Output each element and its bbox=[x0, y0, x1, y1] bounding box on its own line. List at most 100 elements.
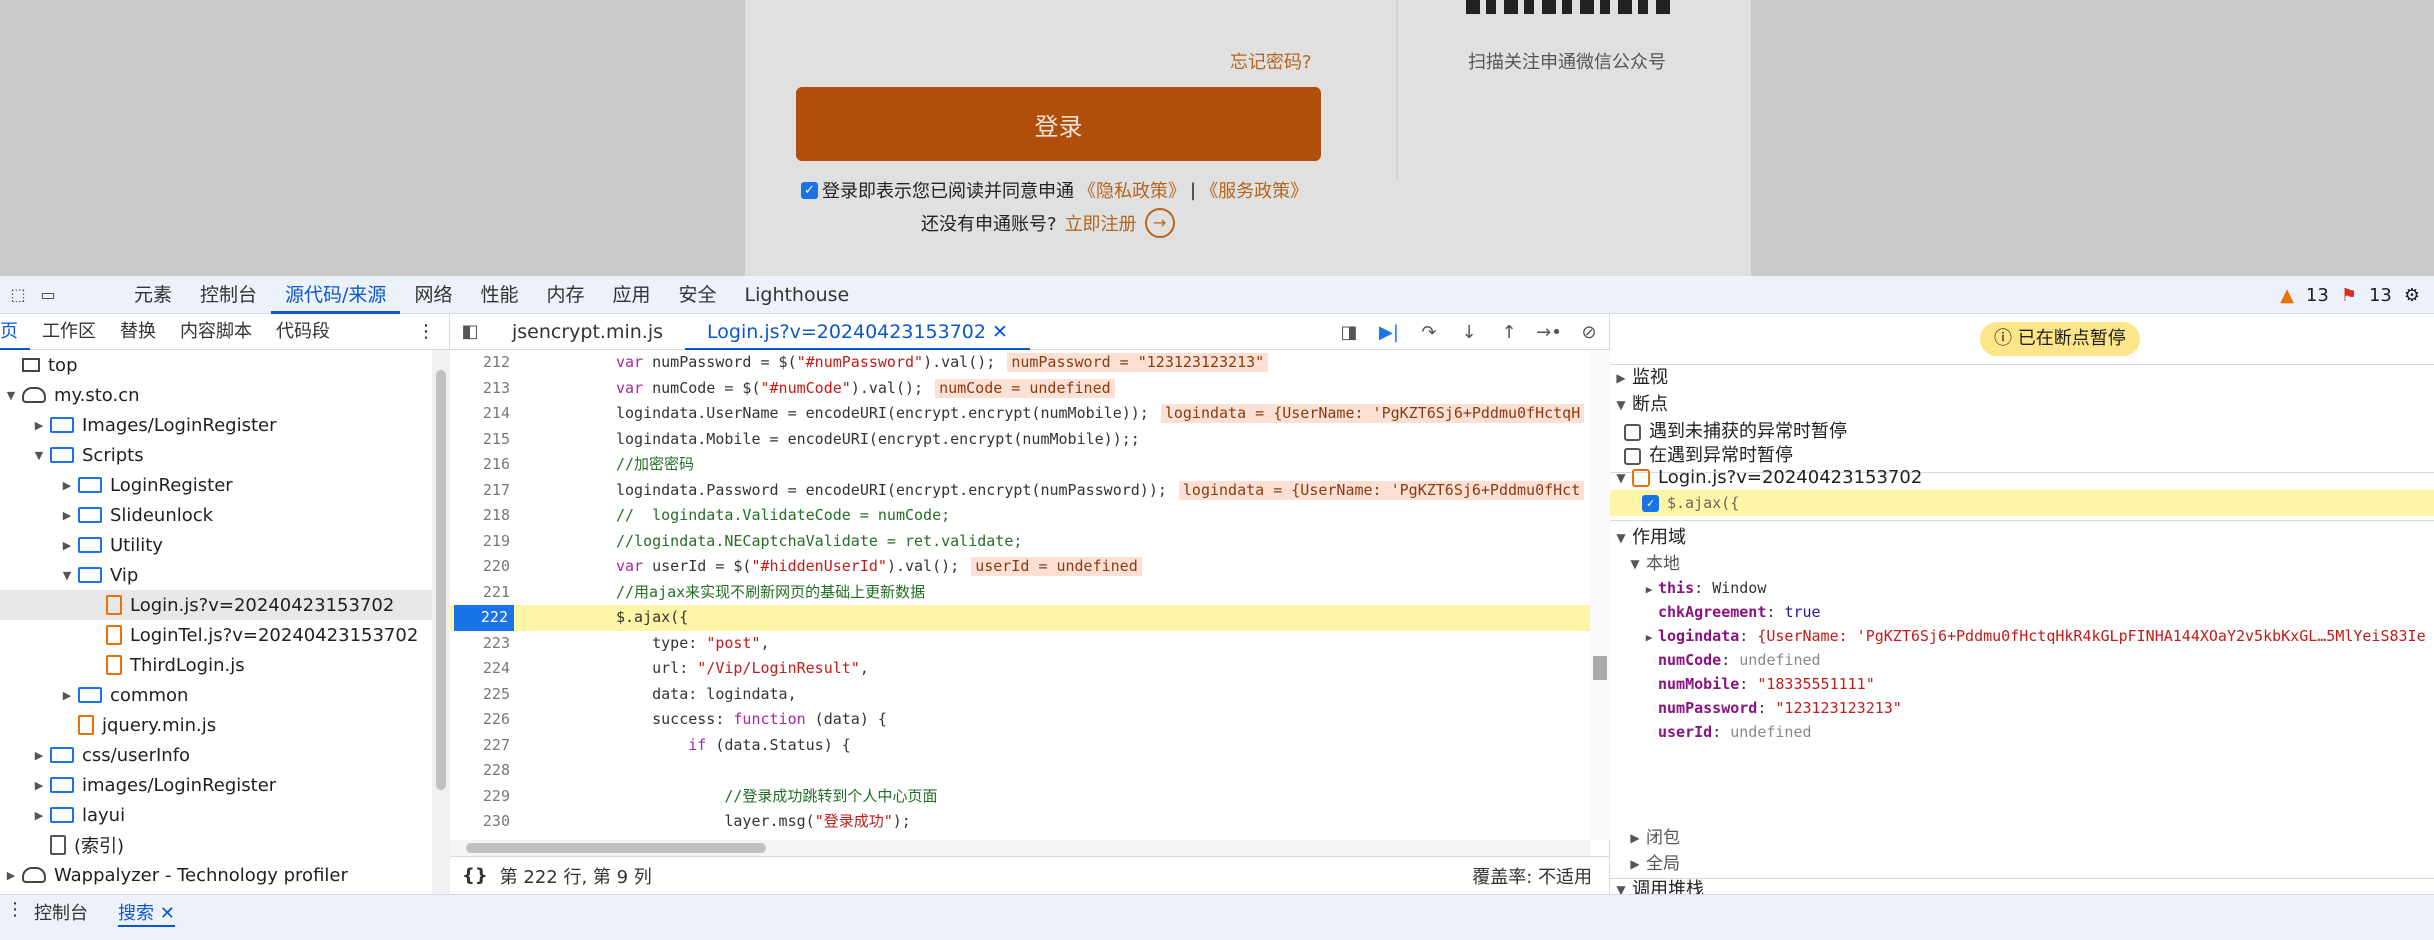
line-number[interactable]: 227 bbox=[450, 733, 510, 759]
devtools-tab[interactable]: 源代码/来源 bbox=[271, 276, 401, 314]
scope-variable[interactable]: ▶ this: Window bbox=[1640, 576, 1767, 602]
code-line[interactable]: 217 logindata.Password = encodeURI(encryp… bbox=[450, 478, 1590, 504]
line-number[interactable]: 217 bbox=[450, 478, 510, 504]
scope-variable[interactable]: numCode: undefined bbox=[1640, 648, 1821, 672]
login-button[interactable]: 登录 bbox=[796, 87, 1321, 161]
tree-node[interactable]: ▶ layui bbox=[0, 800, 432, 830]
drawer-tab-search[interactable]: 搜索 ✕ bbox=[118, 899, 175, 927]
line-number[interactable]: 229 bbox=[450, 784, 510, 810]
editor-vscrollbar[interactable] bbox=[1590, 350, 1610, 840]
navigator-tab[interactable]: 替换 bbox=[108, 314, 168, 350]
step-icon[interactable]: →• bbox=[1529, 322, 1569, 343]
pretty-print-icon[interactable]: {} bbox=[462, 865, 488, 886]
code-line[interactable]: 229 //登录成功跳转到个人中心页面 bbox=[450, 784, 1590, 810]
tree-node[interactable]: ▶ Utility bbox=[0, 530, 432, 560]
code-line[interactable]: 212 var numPassword = $("#numPassword").v… bbox=[450, 350, 1590, 376]
code-line[interactable]: 216 //加密密码 bbox=[450, 452, 1590, 478]
close-icon[interactable]: ✕ bbox=[992, 321, 1008, 343]
chevron-right-icon[interactable]: ▶ bbox=[60, 689, 74, 702]
navigator-tab[interactable]: 代码段 bbox=[264, 314, 342, 350]
tree-node[interactable]: ThirdLogin.js bbox=[0, 650, 432, 680]
code-line[interactable]: 214 logindata.UserName = encodeURI(encryp… bbox=[450, 401, 1590, 427]
line-number[interactable]: 220 bbox=[450, 554, 510, 580]
tree-node[interactable]: ▼ my.sto.cn bbox=[0, 380, 432, 410]
step-out-icon[interactable]: ↑ bbox=[1489, 322, 1529, 343]
global-scope-header[interactable]: ▶ 全局 bbox=[1624, 850, 1680, 878]
chevron-right-icon[interactable]: ▶ bbox=[60, 509, 74, 522]
line-number[interactable]: 228 bbox=[450, 758, 510, 784]
line-number[interactable]: 215 bbox=[450, 427, 510, 453]
tree-node[interactable]: ▼ Vip bbox=[0, 560, 432, 590]
breakpoint-marker[interactable]: 222 bbox=[454, 605, 514, 631]
breakpoint-file-row[interactable]: ▼ Login.js?v=20240423153702 bbox=[1610, 464, 1922, 492]
code-line[interactable]: 219 //logindata.NECaptchaValidate = ret.v… bbox=[450, 529, 1590, 555]
line-number[interactable]: 212 bbox=[450, 350, 510, 376]
code-line[interactable]: 230 layer.msg("登录成功"); bbox=[450, 809, 1590, 835]
navigator-tab[interactable]: 工作区 bbox=[30, 314, 108, 350]
local-scope-header[interactable]: ▼ 本地 bbox=[1624, 550, 1680, 578]
service-policy-link[interactable]: 《服务政策》 bbox=[1200, 177, 1308, 203]
tree-node[interactable]: ▶ css/userInfo bbox=[0, 740, 432, 770]
code-line[interactable]: 220 var userId = $("#hiddenUserId").val()… bbox=[450, 554, 1590, 580]
devtools-tab[interactable]: 内存 bbox=[532, 276, 598, 314]
code-line[interactable]: 225 data: logindata, bbox=[450, 682, 1590, 708]
drawer-menu-icon[interactable]: ⋮ bbox=[6, 899, 24, 920]
code-line[interactable]: 227 if (data.Status) { bbox=[450, 733, 1590, 759]
devtools-tab[interactable]: 安全 bbox=[665, 276, 731, 314]
chevron-right-icon[interactable]: ▶ bbox=[32, 419, 46, 432]
scope-variable[interactable]: chkAgreement: true bbox=[1640, 600, 1821, 624]
code-line[interactable]: 221 //用ajax来实现不刷新网页的基础上更新数据 bbox=[450, 580, 1590, 606]
devtools-tab[interactable]: 网络 bbox=[400, 276, 466, 314]
forgot-password-link[interactable]: 忘记密码? bbox=[1230, 48, 1312, 74]
tree-node[interactable]: (索引) bbox=[0, 830, 432, 860]
breakpoints-section-header[interactable]: ▼ 断点 bbox=[1610, 391, 1668, 419]
tree-node[interactable]: Login.js?v=20240423153702 bbox=[0, 590, 432, 620]
scope-variable[interactable]: numPassword: "123123123213" bbox=[1640, 696, 1902, 720]
agreement-checkbox[interactable]: ✓ bbox=[801, 181, 818, 199]
chevron-down-icon[interactable]: ▼ bbox=[4, 389, 18, 402]
tree-node[interactable]: ▼ Scripts bbox=[0, 440, 432, 470]
tree-scroll-thumb[interactable] bbox=[436, 370, 446, 790]
line-number[interactable]: 216 bbox=[450, 452, 510, 478]
code-view[interactable]: 212 var numPassword = $("#numPassword").v… bbox=[450, 350, 1590, 840]
navigator-tab[interactable]: 内容脚本 bbox=[168, 314, 264, 350]
chevron-right-icon[interactable]: ▶ bbox=[32, 749, 46, 762]
inspect-element-icon[interactable]: ⬚ bbox=[6, 285, 30, 305]
line-number[interactable]: 221 bbox=[450, 580, 510, 606]
breakpoint-checkbox[interactable]: ✓ bbox=[1642, 494, 1659, 512]
chevron-right-icon[interactable]: ▶ bbox=[32, 809, 46, 822]
line-number[interactable]: 218 bbox=[450, 503, 510, 529]
issue-counters[interactable]: ▲ 13 ⚑ 13 ⚙ bbox=[2280, 276, 2420, 314]
navigator-tab[interactable]: 页 bbox=[0, 314, 30, 350]
arrow-right-icon[interactable]: → bbox=[1144, 208, 1175, 238]
code-line[interactable]: 215 logindata.Mobile = encodeURI(encrypt.… bbox=[450, 427, 1590, 453]
chevron-right-icon[interactable]: ▶ bbox=[60, 539, 74, 552]
line-number[interactable]: 225 bbox=[450, 682, 510, 708]
step-over-icon[interactable]: ↷ bbox=[1409, 322, 1449, 343]
settings-gear-icon[interactable]: ⚙ bbox=[2404, 285, 2420, 306]
line-number[interactable]: 223 bbox=[450, 631, 510, 657]
scope-section-header[interactable]: ▼ 作用域 bbox=[1610, 524, 1686, 552]
chevron-right-icon[interactable]: ▶ bbox=[1640, 578, 1658, 602]
pause-uncaught-checkbox[interactable] bbox=[1624, 423, 1641, 441]
devtools-tab[interactable]: 应用 bbox=[598, 276, 664, 314]
register-link[interactable]: 立即注册 bbox=[1065, 210, 1137, 236]
tree-node[interactable]: ▶ Wappalyzer - Technology profiler bbox=[0, 860, 432, 890]
chevron-down-icon[interactable]: ▼ bbox=[60, 569, 74, 582]
tree-node[interactable]: ▶ Images/LoginRegister bbox=[0, 410, 432, 440]
editor-vscroll-thumb[interactable] bbox=[1593, 656, 1607, 680]
scope-variable[interactable]: numMobile: "18335551111" bbox=[1640, 672, 1875, 696]
tree-node[interactable]: ▶ Slideunlock bbox=[0, 500, 432, 530]
close-icon[interactable]: ✕ bbox=[160, 903, 175, 924]
device-toolbar-icon[interactable]: ▭ bbox=[36, 285, 60, 305]
chevron-right-icon[interactable]: ▶ bbox=[4, 869, 18, 882]
toggle-navigator-icon[interactable]: ◧ bbox=[450, 321, 490, 342]
privacy-policy-link[interactable]: 《隐私政策》 bbox=[1078, 177, 1186, 203]
chevron-down-icon[interactable]: ▼ bbox=[32, 449, 46, 462]
tree-node[interactable]: ▶ LoginRegister bbox=[0, 470, 432, 500]
devtools-tab[interactable]: 性能 bbox=[466, 276, 532, 314]
breakpoint-line[interactable]: 222 $.ajax({ bbox=[450, 605, 1590, 631]
line-number[interactable]: 214 bbox=[450, 401, 510, 427]
breakpoint-entry[interactable]: ✓ $.ajax({ bbox=[1610, 490, 2434, 516]
editor-tab-jsencrypt[interactable]: jsencrypt.min.js bbox=[490, 314, 685, 350]
